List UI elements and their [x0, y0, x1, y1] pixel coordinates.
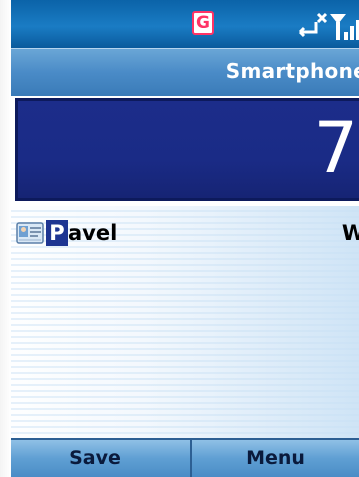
- title-bar: Smartphone: [0, 48, 359, 96]
- app-title: Smartphone: [225, 59, 359, 83]
- entered-number: 7: [313, 107, 358, 189]
- gprs-icon: G: [192, 11, 214, 35]
- menu-softkey[interactable]: Menu: [192, 440, 359, 477]
- dial-number-panel: 7: [0, 96, 359, 206]
- number-entry-field[interactable]: 7: [15, 98, 359, 201]
- screen-frame-edge: [0, 0, 11, 477]
- signal-strength-icon: [298, 12, 359, 40]
- contact-name: avel: [68, 221, 118, 245]
- save-softkey[interactable]: Save: [0, 440, 190, 477]
- list-item[interactable]: P avel W: [0, 216, 359, 250]
- matched-prefix-highlight: P: [46, 220, 68, 246]
- contact-card-icon: [16, 222, 44, 244]
- smartphone-screen: G Smartphone 7 P avel W Save Menu: [0, 0, 359, 477]
- contact-match-list: P avel W: [0, 206, 359, 438]
- softkey-bar: Save Menu: [0, 438, 359, 477]
- contact-number-type: W: [341, 221, 359, 245]
- status-bar: G: [0, 0, 359, 48]
